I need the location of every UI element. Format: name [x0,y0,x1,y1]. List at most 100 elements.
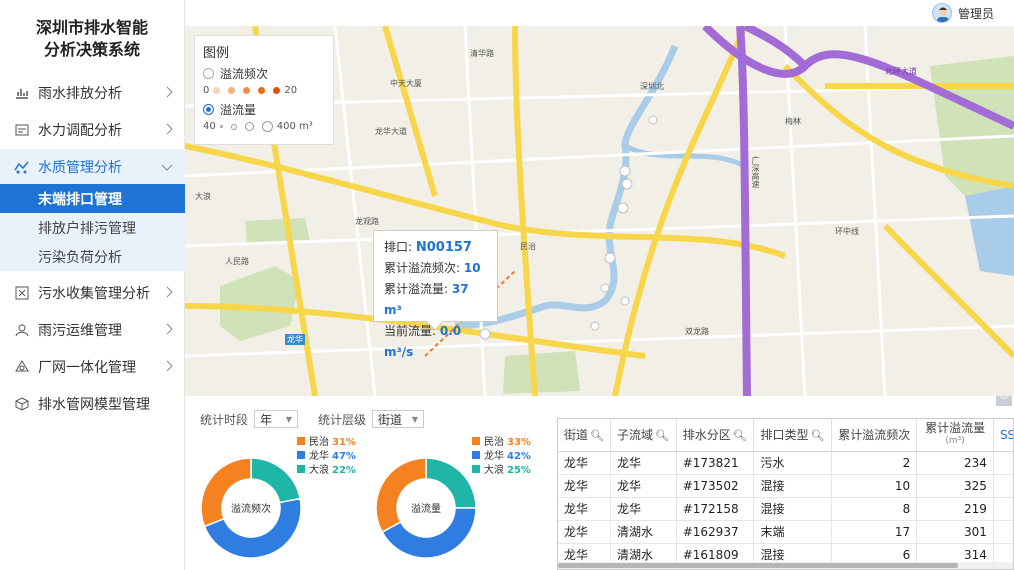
table-cell: 龙华 [558,474,611,498]
radio-off-icon[interactable] [203,68,214,79]
level-label: 统计层级 [318,412,367,427]
donut-slice-大浪[interactable] [425,457,477,509]
caret-down-icon: ▼ [285,414,293,424]
user-menu[interactable]: 管理员 [931,3,994,23]
sidebar-subitem-pollution-load[interactable]: 污染负荷分析 [0,242,185,271]
sidebar-subitem-outlet[interactable]: 末端排口管理 [0,184,185,213]
table-cell: 17 [831,520,918,544]
user-name: 管理员 [957,6,994,21]
col-overflow-volume[interactable]: 累计溢流量 (m³) [916,419,994,452]
scale-dot-icon [213,87,221,94]
table-row[interactable]: 龙华 龙华 #173502 混接 10 325 [558,474,1013,498]
chevron-right-icon [165,286,173,302]
table-cell: #173502 [676,474,755,498]
chevron-right-icon [165,360,173,376]
sidebar-item-label: 厂网一体化管理 [38,360,136,376]
table-cell: 龙华 [558,520,611,544]
table-cell: 末端 [753,520,833,544]
sidebar-item-network[interactable]: 厂网一体化管理 [0,349,185,385]
period-select[interactable]: 年 ▼ [254,410,299,428]
search-icon[interactable]: 🔍︎ [810,429,824,442]
legend-option-count[interactable]: 溢流频次 [203,65,325,82]
scale-circle-icon [261,121,273,132]
sidebar-item-maintenance[interactable]: 雨污运维管理 [0,312,185,348]
donut-center-label: 溢流量 [411,502,441,515]
sidebar-item-water-quality[interactable]: 水质管理分析 [0,149,185,185]
table-cell: 325 [916,474,994,498]
col-overflow-count[interactable]: 累计溢流频次 [831,419,918,452]
map-label: 龙华 [285,334,305,345]
donut-slice-民治[interactable] [375,457,427,534]
legend-entry: 大浪 25% [472,464,531,478]
table-cell: 龙华 [610,474,677,498]
donut-slice-大浪[interactable] [250,457,301,504]
col-street[interactable]: 街道 🔍︎ [558,419,611,452]
level-select[interactable]: 街道 ▼ [372,410,425,428]
table-cell [993,520,1013,544]
maintenance-icon [14,322,30,338]
map-label: 梅林 [785,117,801,126]
table-cell [993,497,1013,521]
search-icon[interactable]: 🔍︎ [733,429,747,442]
col-outlet-type[interactable]: 排口类型 🔍︎ [753,419,833,452]
popup-count-row: 累计溢流频次: 10 [384,261,481,275]
col-ss[interactable]: SS [993,419,1013,452]
table-cell: 清湖水 [610,520,677,544]
map-label: 清华路 [470,49,494,58]
table-cell: 混接 [753,497,833,521]
sidebar: 深圳市排水智能 分析决策系统 雨水排放分析 水力调配分析 水质管理分析 末端排口… [0,0,185,570]
radio-on-icon[interactable] [203,104,214,115]
scale-dot-icon [273,87,281,94]
water-quality-icon [14,159,30,175]
table-row[interactable]: 龙华 龙华 #172158 混接 8 219 [558,497,1013,521]
sidebar-item-rain-discharge[interactable]: 雨水排放分析 [0,75,185,111]
chevron-down-icon [161,160,173,176]
col-subbasin[interactable]: 子流域 🔍︎ [610,419,677,452]
chevron-right-icon [165,323,173,339]
table-cell: 龙华 [558,497,611,521]
sidebar-item-pipe-model[interactable]: 排水管网模型管理 [0,386,185,422]
table-cell: 龙华 [558,451,611,475]
chevron-right-icon [165,86,173,102]
table-cell: 301 [916,520,994,544]
sidebar-item-label: 污水收集管理分析 [38,286,150,302]
table-cell: 2 [831,451,918,475]
map-label: 人民路 [225,257,249,266]
map-label: 龙华大道 [375,127,407,136]
map-label: 民治 [520,242,536,251]
table-row[interactable]: 龙华 清湖水 #162937 末端 17 301 [558,520,1013,544]
table-cell: 混接 [753,474,833,498]
map-legend: 图例 溢流频次 0 20 溢流量 40 400 m³ [194,35,334,145]
horizontal-scrollbar[interactable] [558,562,1013,569]
legend-entry: 民治 31% [297,436,356,450]
col-drainage-zone[interactable]: 排水分区 🔍︎ [676,419,755,452]
legend-volume-scale: 40 400 m³ [203,121,313,132]
search-icon[interactable]: 🔍︎ [590,429,604,442]
donut-legend-count: 民治 31% 龙华 47% 大浪 22% [297,436,356,478]
table-cell: 219 [916,497,994,521]
search-icon[interactable]: 🔍︎ [655,429,669,442]
sidebar-subitem-discharger[interactable]: 排放户排污管理 [0,213,185,242]
scale-dot-icon [243,87,251,94]
map-label: 环中线 [835,227,859,236]
top-bar: 管理员 [185,0,1014,26]
rain-chart-icon [14,85,30,101]
sidebar-item-hydraulic[interactable]: 水力调配分析 [0,112,185,148]
sidebar-item-label: 水力调配分析 [38,123,122,139]
map-label: 龙观路 [355,217,379,226]
table-header-row: 街道 🔍︎ 子流域 🔍︎ 排水分区 🔍︎ 排口类型 🔍︎ 累计溢流频次 累计溢流量 (m³… [558,419,1013,452]
table-cell: #173821 [676,451,755,475]
donut-slice-民治[interactable] [200,457,252,528]
table-row[interactable]: 龙华 龙华 #173821 污水 2 234 [558,451,1013,475]
donut-center-label: 溢流频次 [231,502,271,515]
popup-outlet-row: 排口: N00157 [384,240,472,255]
sidebar-item-sewage[interactable]: 污水收集管理分析 [0,275,185,311]
outlet-table: 街道 🔍︎ 子流域 🔍︎ 排水分区 🔍︎ 排口类型 🔍︎ 累计溢流频次 累计溢流量 (m³… [557,418,1014,570]
caret-down-icon: ▼ [411,414,419,424]
legend-option-volume[interactable]: 溢流量 [203,101,325,118]
collapse-icon[interactable]: ︾ [996,396,1012,406]
map-label: 深圳北 [640,82,664,91]
sidebar-item-label: 雨污运维管理 [38,323,122,339]
legend-entry: 龙华 47% [297,450,356,464]
hydraulic-icon [14,122,30,138]
